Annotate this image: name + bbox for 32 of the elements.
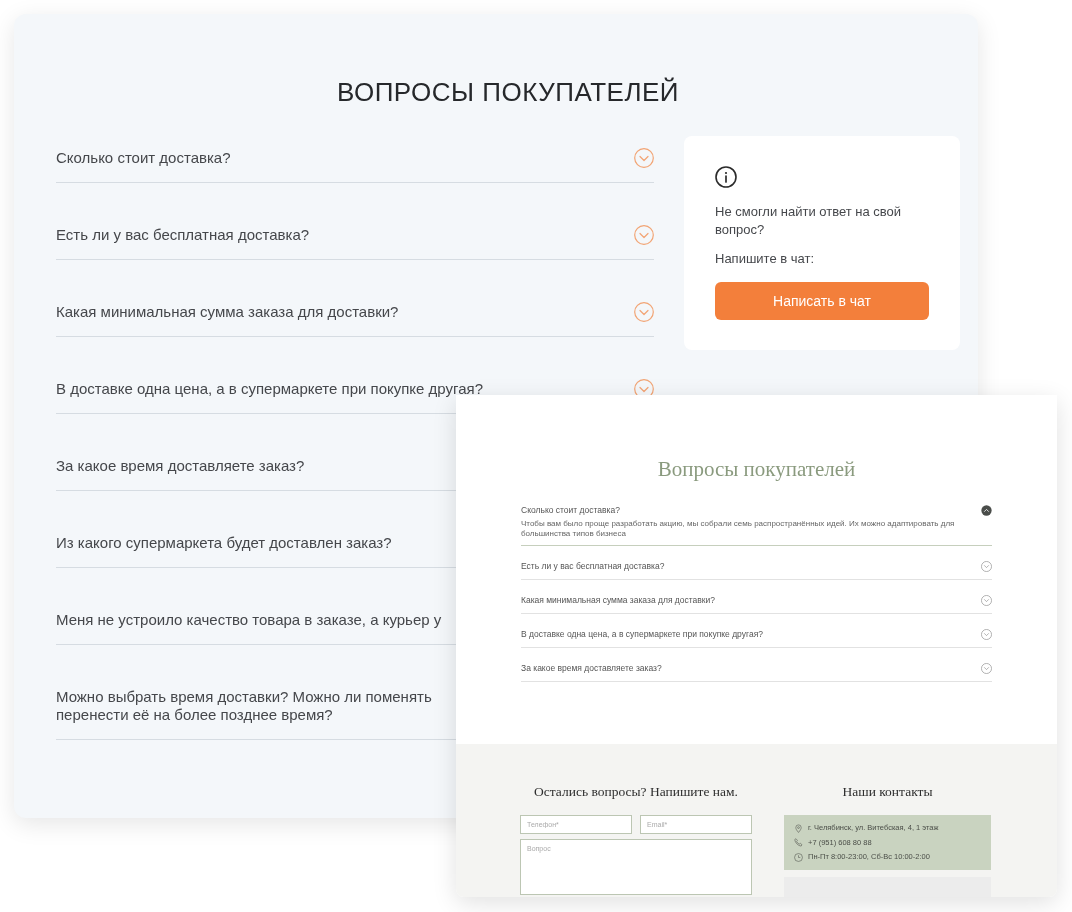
faq-question[interactable]: Какая минимальная сумма заказа для доставки? — [56, 303, 399, 321]
clock-icon — [794, 852, 803, 862]
page-title: Вопросы покупателей — [657, 457, 856, 481]
section-title: Наши контакты — [842, 784, 933, 800]
faq-question[interactable]: За какое время доставляете заказ? — [521, 662, 662, 674]
section-title: Остались вопросы? Напишите нам. — [534, 784, 738, 800]
chevron-up-icon[interactable] — [981, 504, 992, 516]
chevron-down-icon[interactable] — [634, 148, 654, 168]
chevron-down-icon[interactable] — [981, 662, 992, 674]
info-icon — [715, 166, 737, 188]
chevron-down-icon[interactable] — [634, 225, 654, 245]
chevron-down-icon[interactable] — [981, 628, 992, 640]
faq-question[interactable]: В доставке одна цена, а в супермаркете при покупке другая? — [521, 628, 763, 640]
location-pin-icon — [794, 823, 803, 833]
faq-question[interactable]: Какая минимальная сумма заказа для доставки? — [521, 594, 716, 606]
faq-question[interactable]: Есть ли у вас бесплатная доставка? — [521, 560, 665, 572]
faq-question[interactable]: За какое время доставляете заказ? — [56, 457, 305, 475]
faq-question[interactable]: Из какого супермаркета будет доставлен заказ? — [56, 534, 392, 552]
faq-answer: Чтобы вам было проще разработать акцию, мы собрали семь распространённых идей. Их можно адаптировать для большинства типов бизнеса — [521, 519, 956, 539]
faq-question[interactable]: Сколько стоит доставка? — [56, 149, 231, 167]
chevron-down-icon[interactable] — [634, 302, 654, 322]
page-title: ВОПРОСЫ ПОКУПАТЕЛЕЙ — [336, 78, 680, 106]
faq-question[interactable]: Есть ли у вас бесплатная доставка? — [56, 226, 310, 244]
faq-question[interactable]: В доставке одна цена, а в супермаркете при покупке другая? — [56, 380, 483, 398]
help-text: Не смогли найти ответ на свой вопрос? — [715, 203, 903, 239]
chevron-down-icon[interactable] — [981, 560, 992, 572]
phone-icon — [794, 838, 803, 848]
faq-question[interactable]: Можно выбрать время доставки? Можно ли поменять перенести её на более позднее время? — [56, 688, 432, 724]
faq-question[interactable]: Меня не устроило качество товара в заказе, а курьер у — [56, 611, 442, 629]
help-prompt: Напишите в чат: — [715, 250, 816, 268]
chevron-down-icon[interactable] — [981, 594, 992, 606]
faq-question[interactable]: Сколько стоит доставка? — [521, 504, 620, 516]
